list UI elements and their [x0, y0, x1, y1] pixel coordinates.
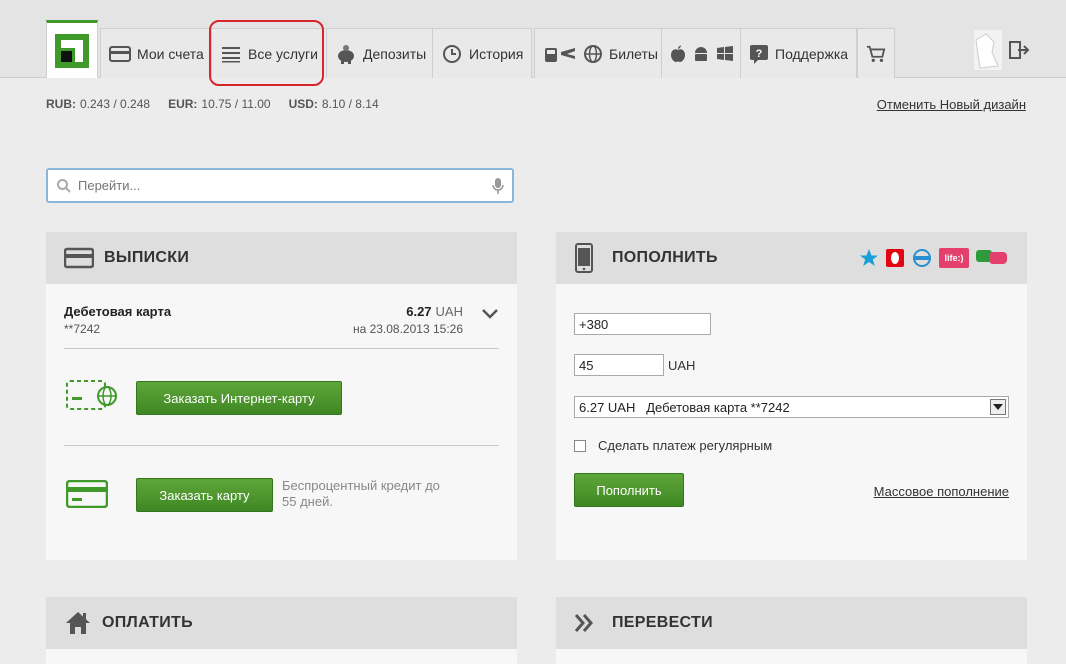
svg-text:?: ?	[756, 48, 763, 60]
pay-header[interactable]: ОПЛАТИТЬ	[46, 597, 517, 649]
tab-mobile-apps[interactable]	[661, 28, 743, 78]
djuice-logo-icon[interactable]	[911, 248, 933, 268]
tab-history[interactable]: История	[432, 28, 533, 78]
home-logo-tab[interactable]	[46, 20, 98, 78]
cancel-new-design-link[interactable]: Отменить Новый дизайн	[877, 97, 1026, 112]
topup-panel: ПОПОЛНИТЬ life:) UAH 6.27 UAH Дебетовая …	[556, 232, 1027, 560]
card-balance: 6.27 UAH	[406, 304, 463, 319]
credit-card-icon	[66, 480, 108, 508]
panel-title: ВЫПИСКИ	[104, 249, 190, 266]
regular-payment-option[interactable]: Сделать платеж регулярным	[574, 438, 772, 453]
utel-logo-icon[interactable]	[975, 248, 1009, 268]
card-name: Дебетовая карта	[64, 304, 172, 319]
rate-rub: RUB: 0.243 / 0.248	[46, 97, 151, 111]
search-icon	[57, 178, 71, 193]
cart-icon	[866, 45, 886, 62]
logout-icon[interactable]	[1008, 39, 1030, 61]
tab-label: Билеты	[609, 45, 658, 62]
phone-number-input[interactable]	[574, 313, 711, 335]
dropdown-arrow-icon[interactable]	[990, 399, 1006, 415]
microphone-icon[interactable]	[492, 177, 504, 195]
globe-icon	[584, 44, 602, 63]
regular-payment-label: Сделать платеж регулярным	[598, 438, 773, 453]
double-chevron-right-icon	[574, 614, 593, 632]
card-balance-date: на 23.08.2013 15:26	[352, 322, 463, 336]
life-logo-icon[interactable]: life:)	[939, 248, 969, 268]
statements-panel: ВЫПИСКИ Дебетовая карта **7242 6.27 UAH н…	[46, 232, 517, 560]
user-area	[974, 30, 1030, 70]
tab-support[interactable]: ? Поддержка	[740, 28, 858, 78]
history-icon	[443, 44, 461, 63]
tab-label: Депозиты	[363, 45, 427, 62]
card-number: **7242	[64, 322, 101, 336]
mass-topup-link[interactable]: Массовое пополнение	[874, 484, 1009, 499]
card-icon	[109, 45, 131, 62]
panel-title: ПЕРЕВЕСТИ	[612, 614, 713, 631]
amount-input[interactable]	[574, 354, 664, 376]
android-icon	[695, 46, 707, 61]
mts-logo-icon[interactable]	[885, 248, 905, 268]
apple-icon	[671, 45, 685, 62]
tab-label: История	[469, 45, 524, 62]
piggy-bank-icon	[338, 44, 354, 64]
source-account-select[interactable]: 6.27 UAH Дебетовая карта **7242	[574, 396, 1009, 418]
selected-option: 6.27 UAH Дебетовая карта **7242	[579, 400, 790, 415]
tab-cart[interactable]	[857, 28, 895, 78]
panel-title: ОПЛАТИТЬ	[102, 614, 193, 631]
tab-all-services[interactable]: Все услуги	[211, 28, 327, 78]
list-icon	[222, 46, 240, 62]
transfer-header[interactable]: ПЕРЕВЕСТИ	[556, 597, 1027, 649]
tab-label: Все услуги	[248, 45, 318, 62]
user-avatar-icon[interactable]	[974, 30, 1002, 70]
kyivstar-logo-icon[interactable]	[859, 248, 879, 268]
privatbank-logo-icon	[55, 33, 89, 68]
search-box	[46, 168, 514, 203]
rate-usd: USD: 8.10 / 8.14	[288, 97, 379, 111]
exchange-rates: RUB: 0.243 / 0.248 EUR: 10.75 / 11.00 USD:…	[46, 97, 379, 111]
chevron-down-icon[interactable]	[481, 308, 499, 320]
divider	[64, 445, 499, 446]
mobile-phone-icon	[575, 243, 593, 273]
tab-tickets[interactable]: Билеты	[534, 28, 667, 78]
windows-icon	[717, 45, 733, 61]
tab-label: Поддержка	[775, 45, 849, 62]
pay-panel: ОПЛАТИТЬ	[46, 597, 517, 664]
regular-payment-checkbox[interactable]	[574, 439, 586, 452]
operator-logos: life:)	[859, 248, 1009, 268]
support-icon: ?	[750, 44, 768, 64]
tab-deposits[interactable]: Депозиты	[326, 28, 436, 78]
home-icon	[66, 612, 90, 634]
currency-label: UAH	[668, 358, 696, 373]
transfer-panel: ПЕРЕВЕСТИ	[556, 597, 1027, 664]
panel-title: ПОПОЛНИТЬ	[612, 249, 718, 266]
internet-card-icon	[66, 380, 117, 410]
credit-promo-text: Беспроцентный кредит до 55 дней.	[282, 478, 440, 509]
topup-submit-button[interactable]: Пополнить	[574, 473, 684, 507]
order-card-button[interactable]: Заказать карту	[136, 478, 273, 512]
top-nav: Мои счета Все услуги Депозиты История Би…	[0, 0, 1066, 78]
rate-eur: EUR: 10.75 / 11.00	[168, 97, 271, 111]
train-plane-icon	[545, 47, 575, 62]
tab-label: Мои счета	[137, 45, 204, 62]
tab-my-accounts[interactable]: Мои счета	[100, 28, 213, 78]
card-icon	[64, 247, 94, 269]
search-input[interactable]	[78, 178, 486, 193]
statements-header: ВЫПИСКИ	[46, 232, 517, 284]
order-internet-card-button[interactable]: Заказать Интернет-карту	[136, 381, 342, 415]
card-summary-row[interactable]: Дебетовая карта **7242 6.27 UAH на 23.08.…	[64, 304, 499, 349]
